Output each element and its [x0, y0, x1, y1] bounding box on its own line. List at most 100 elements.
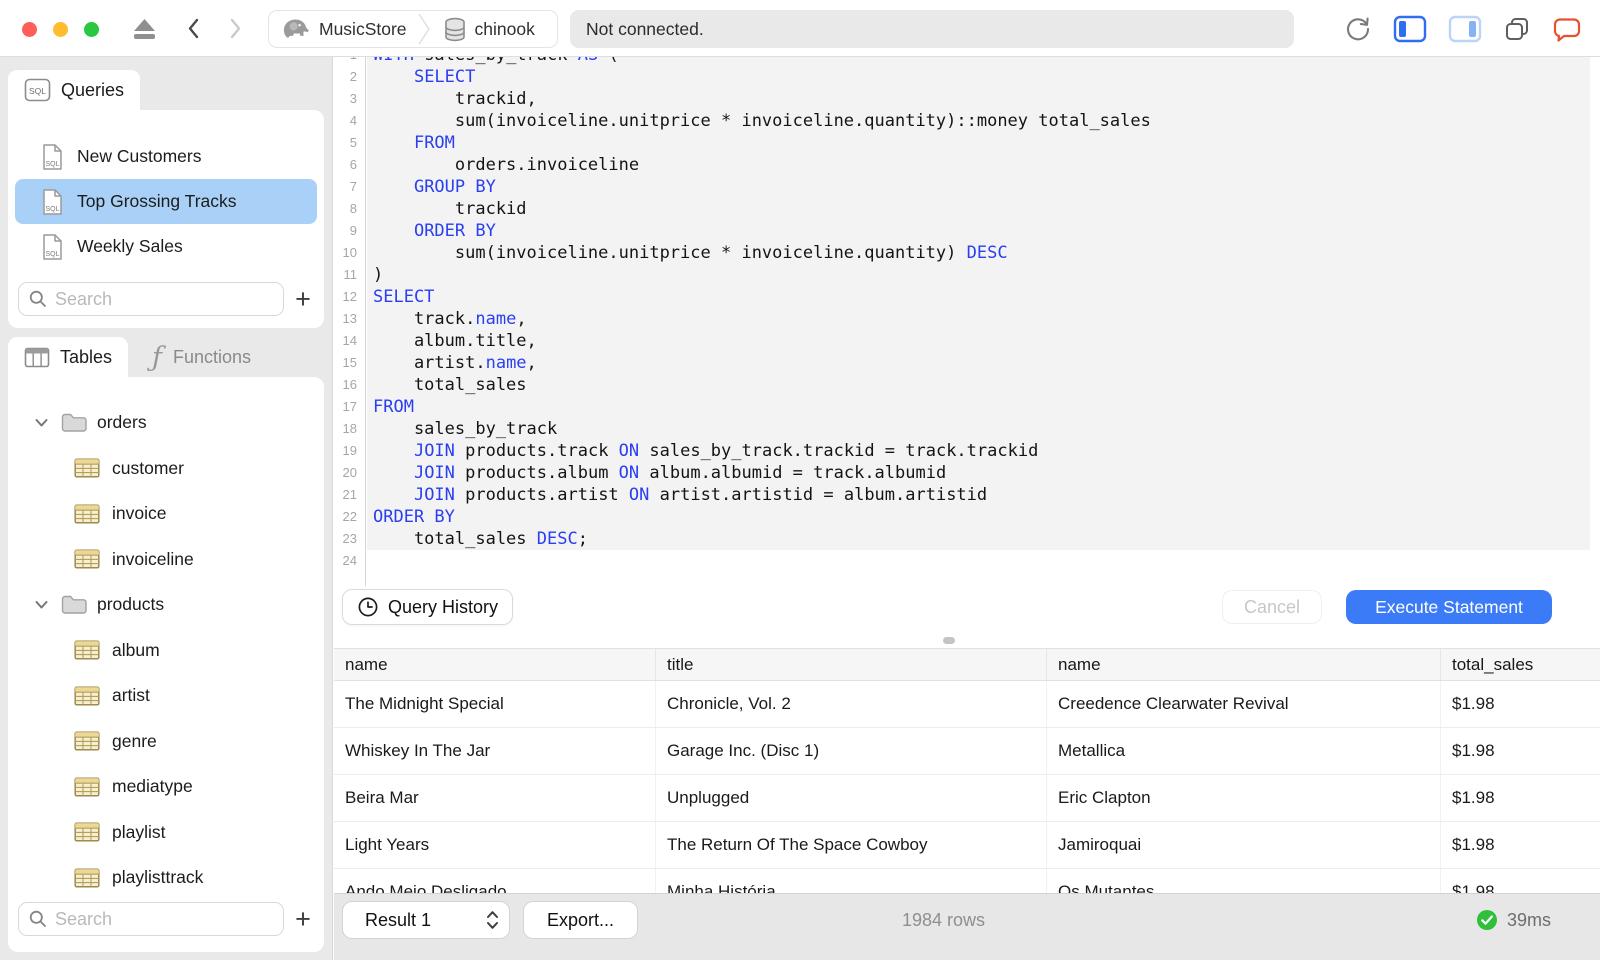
- back-button[interactable]: [183, 15, 205, 42]
- tab-functions[interactable]: ƒ Functions: [142, 337, 261, 377]
- code-line: 19 JOIN products.track ON sales_by_track…: [334, 440, 1600, 462]
- tree-table-item[interactable]: artist: [8, 673, 324, 719]
- tables-search-input[interactable]: [18, 902, 284, 936]
- breadcrumb-database[interactable]: chinook: [431, 11, 545, 47]
- result-cell[interactable]: The Midnight Special: [334, 681, 656, 727]
- result-cell[interactable]: Jamiroquai: [1047, 822, 1441, 868]
- tree-table-item[interactable]: playlist: [8, 810, 324, 856]
- code-text: ORDER BY: [367, 220, 1590, 242]
- table-row: Ando Meio Desligado Minha História Os Muta…: [334, 869, 1600, 893]
- table-grid-icon: [74, 458, 100, 478]
- code-text: JOIN products.track ON sales_by_track.tr…: [367, 440, 1590, 462]
- result-cell[interactable]: Whiskey In The Jar: [334, 728, 656, 774]
- sql-editor[interactable]: 1 WITH sales_by_track AS ( 2 SELECT 3 tr…: [334, 57, 1600, 586]
- result-cell[interactable]: Chronicle, Vol. 2: [656, 681, 1047, 727]
- code-text: GROUP BY: [367, 176, 1590, 198]
- eject-icon: [134, 19, 155, 39]
- tab-tables[interactable]: Tables: [8, 337, 129, 377]
- left-panel-toggle-icon: [1393, 15, 1427, 43]
- line-number: 18: [342, 421, 357, 436]
- windows-button[interactable]: [1503, 15, 1531, 43]
- add-query-button[interactable]: +: [290, 286, 316, 313]
- result-cell[interactable]: $1.98: [1441, 681, 1600, 727]
- code-text: FROM: [367, 132, 1590, 154]
- query-history-button[interactable]: Query History: [342, 589, 514, 625]
- column-header[interactable]: title: [656, 649, 1047, 680]
- code-line: 18 sales_by_track: [334, 418, 1600, 440]
- queries-panel: SQL New Customers SQL Top Grossing Track…: [8, 110, 324, 328]
- result-cell[interactable]: Light Years: [334, 822, 656, 868]
- right-panel-toggle-button[interactable]: [1448, 15, 1482, 43]
- query-list-item[interactable]: SQL New Customers: [15, 134, 317, 179]
- tree-table-item[interactable]: album: [8, 628, 324, 674]
- results-header: name title name total_sales: [334, 648, 1600, 681]
- table-row: The Midnight Special Chronicle, Vol. 2 Cre…: [334, 681, 1600, 728]
- result-cell[interactable]: $1.98: [1441, 869, 1600, 893]
- forward-icon: [230, 18, 241, 39]
- line-number: 15: [342, 355, 357, 370]
- queries-search-input[interactable]: [18, 282, 284, 316]
- tree-table-item[interactable]: customer: [8, 446, 324, 492]
- cancel-button[interactable]: Cancel: [1222, 590, 1322, 624]
- left-panel-toggle-button[interactable]: [1393, 15, 1427, 43]
- result-cell[interactable]: Creedence Clearwater Revival: [1047, 681, 1441, 727]
- execute-statement-button[interactable]: Execute Statement: [1346, 590, 1552, 624]
- result-cell[interactable]: Os Mutantes: [1047, 869, 1441, 893]
- column-header[interactable]: name: [334, 649, 656, 680]
- column-header[interactable]: total_sales: [1441, 649, 1600, 680]
- tree-table-item[interactable]: invoice: [8, 491, 324, 537]
- result-cell[interactable]: Ando Meio Desligado: [334, 869, 656, 893]
- tab-queries-label: Queries: [61, 79, 125, 100]
- tree-table-item[interactable]: mediatype: [8, 764, 324, 810]
- result-cell[interactable]: Garage Inc. (Disc 1): [656, 728, 1047, 774]
- feedback-button[interactable]: [1552, 15, 1582, 43]
- query-list-item[interactable]: SQL Top Grossing Tracks: [15, 179, 317, 224]
- splitter-handle[interactable]: [943, 637, 955, 644]
- table-grid-icon: [74, 777, 100, 797]
- close-icon[interactable]: [22, 22, 37, 37]
- tree-table-item[interactable]: genre: [8, 719, 324, 765]
- tree-folder-item[interactable]: products: [8, 582, 324, 628]
- result-cell[interactable]: $1.98: [1441, 775, 1600, 821]
- code-text: track.name,: [367, 308, 1590, 330]
- result-selector-value: Result 1: [365, 909, 432, 930]
- query-item-label: New Customers: [77, 146, 202, 166]
- result-cell[interactable]: $1.98: [1441, 728, 1600, 774]
- result-cell[interactable]: $1.98: [1441, 822, 1600, 868]
- code-text: total_sales: [367, 374, 1590, 396]
- editor-actions: Query History Cancel Execute Statement: [334, 586, 1600, 648]
- export-button[interactable]: Export...: [523, 901, 638, 939]
- tree-folder-item[interactable]: orders: [8, 400, 324, 446]
- refresh-button[interactable]: [1344, 15, 1372, 43]
- line-number: 1: [334, 57, 367, 66]
- result-cell[interactable]: Beira Mar: [334, 775, 656, 821]
- zoom-icon[interactable]: [84, 22, 99, 37]
- result-selector[interactable]: Result 1: [342, 901, 510, 939]
- column-header[interactable]: name: [1047, 649, 1441, 680]
- tree-table-item[interactable]: invoiceline: [8, 537, 324, 583]
- breadcrumb-server[interactable]: MusicStore: [269, 11, 417, 47]
- code-line: 24: [334, 550, 1600, 572]
- result-cell[interactable]: Metallica: [1047, 728, 1441, 774]
- add-table-button[interactable]: +: [290, 906, 316, 933]
- query-duration: 39ms: [1506, 909, 1551, 930]
- result-cell[interactable]: Eric Clapton: [1047, 775, 1441, 821]
- toolbar-right: [1344, 12, 1582, 46]
- query-item-label: Top Grossing Tracks: [77, 191, 237, 211]
- query-list-item[interactable]: SQL Weekly Sales: [15, 224, 317, 269]
- minimize-icon[interactable]: [53, 22, 68, 37]
- code-line: 10 sum(invoiceline.unitprice * invoiceli…: [334, 242, 1600, 264]
- line-number: 20: [342, 465, 357, 480]
- tab-queries[interactable]: SQL Queries: [8, 70, 141, 110]
- table-grid-icon: [74, 549, 100, 569]
- code-text: trackid,: [367, 88, 1590, 110]
- table-row: Whiskey In The Jar Garage Inc. (Disc 1) Me…: [334, 728, 1600, 775]
- code-text: JOIN products.artist ON artist.artistid …: [367, 484, 1590, 506]
- code-line: 16 total_sales: [334, 374, 1600, 396]
- result-cell[interactable]: Minha História: [656, 869, 1047, 893]
- forward-button[interactable]: [224, 15, 246, 42]
- line-number: 11: [343, 267, 358, 282]
- result-cell[interactable]: The Return Of The Space Cowboy: [656, 822, 1047, 868]
- result-cell[interactable]: Unplugged: [656, 775, 1047, 821]
- eject-button[interactable]: [131, 15, 158, 42]
